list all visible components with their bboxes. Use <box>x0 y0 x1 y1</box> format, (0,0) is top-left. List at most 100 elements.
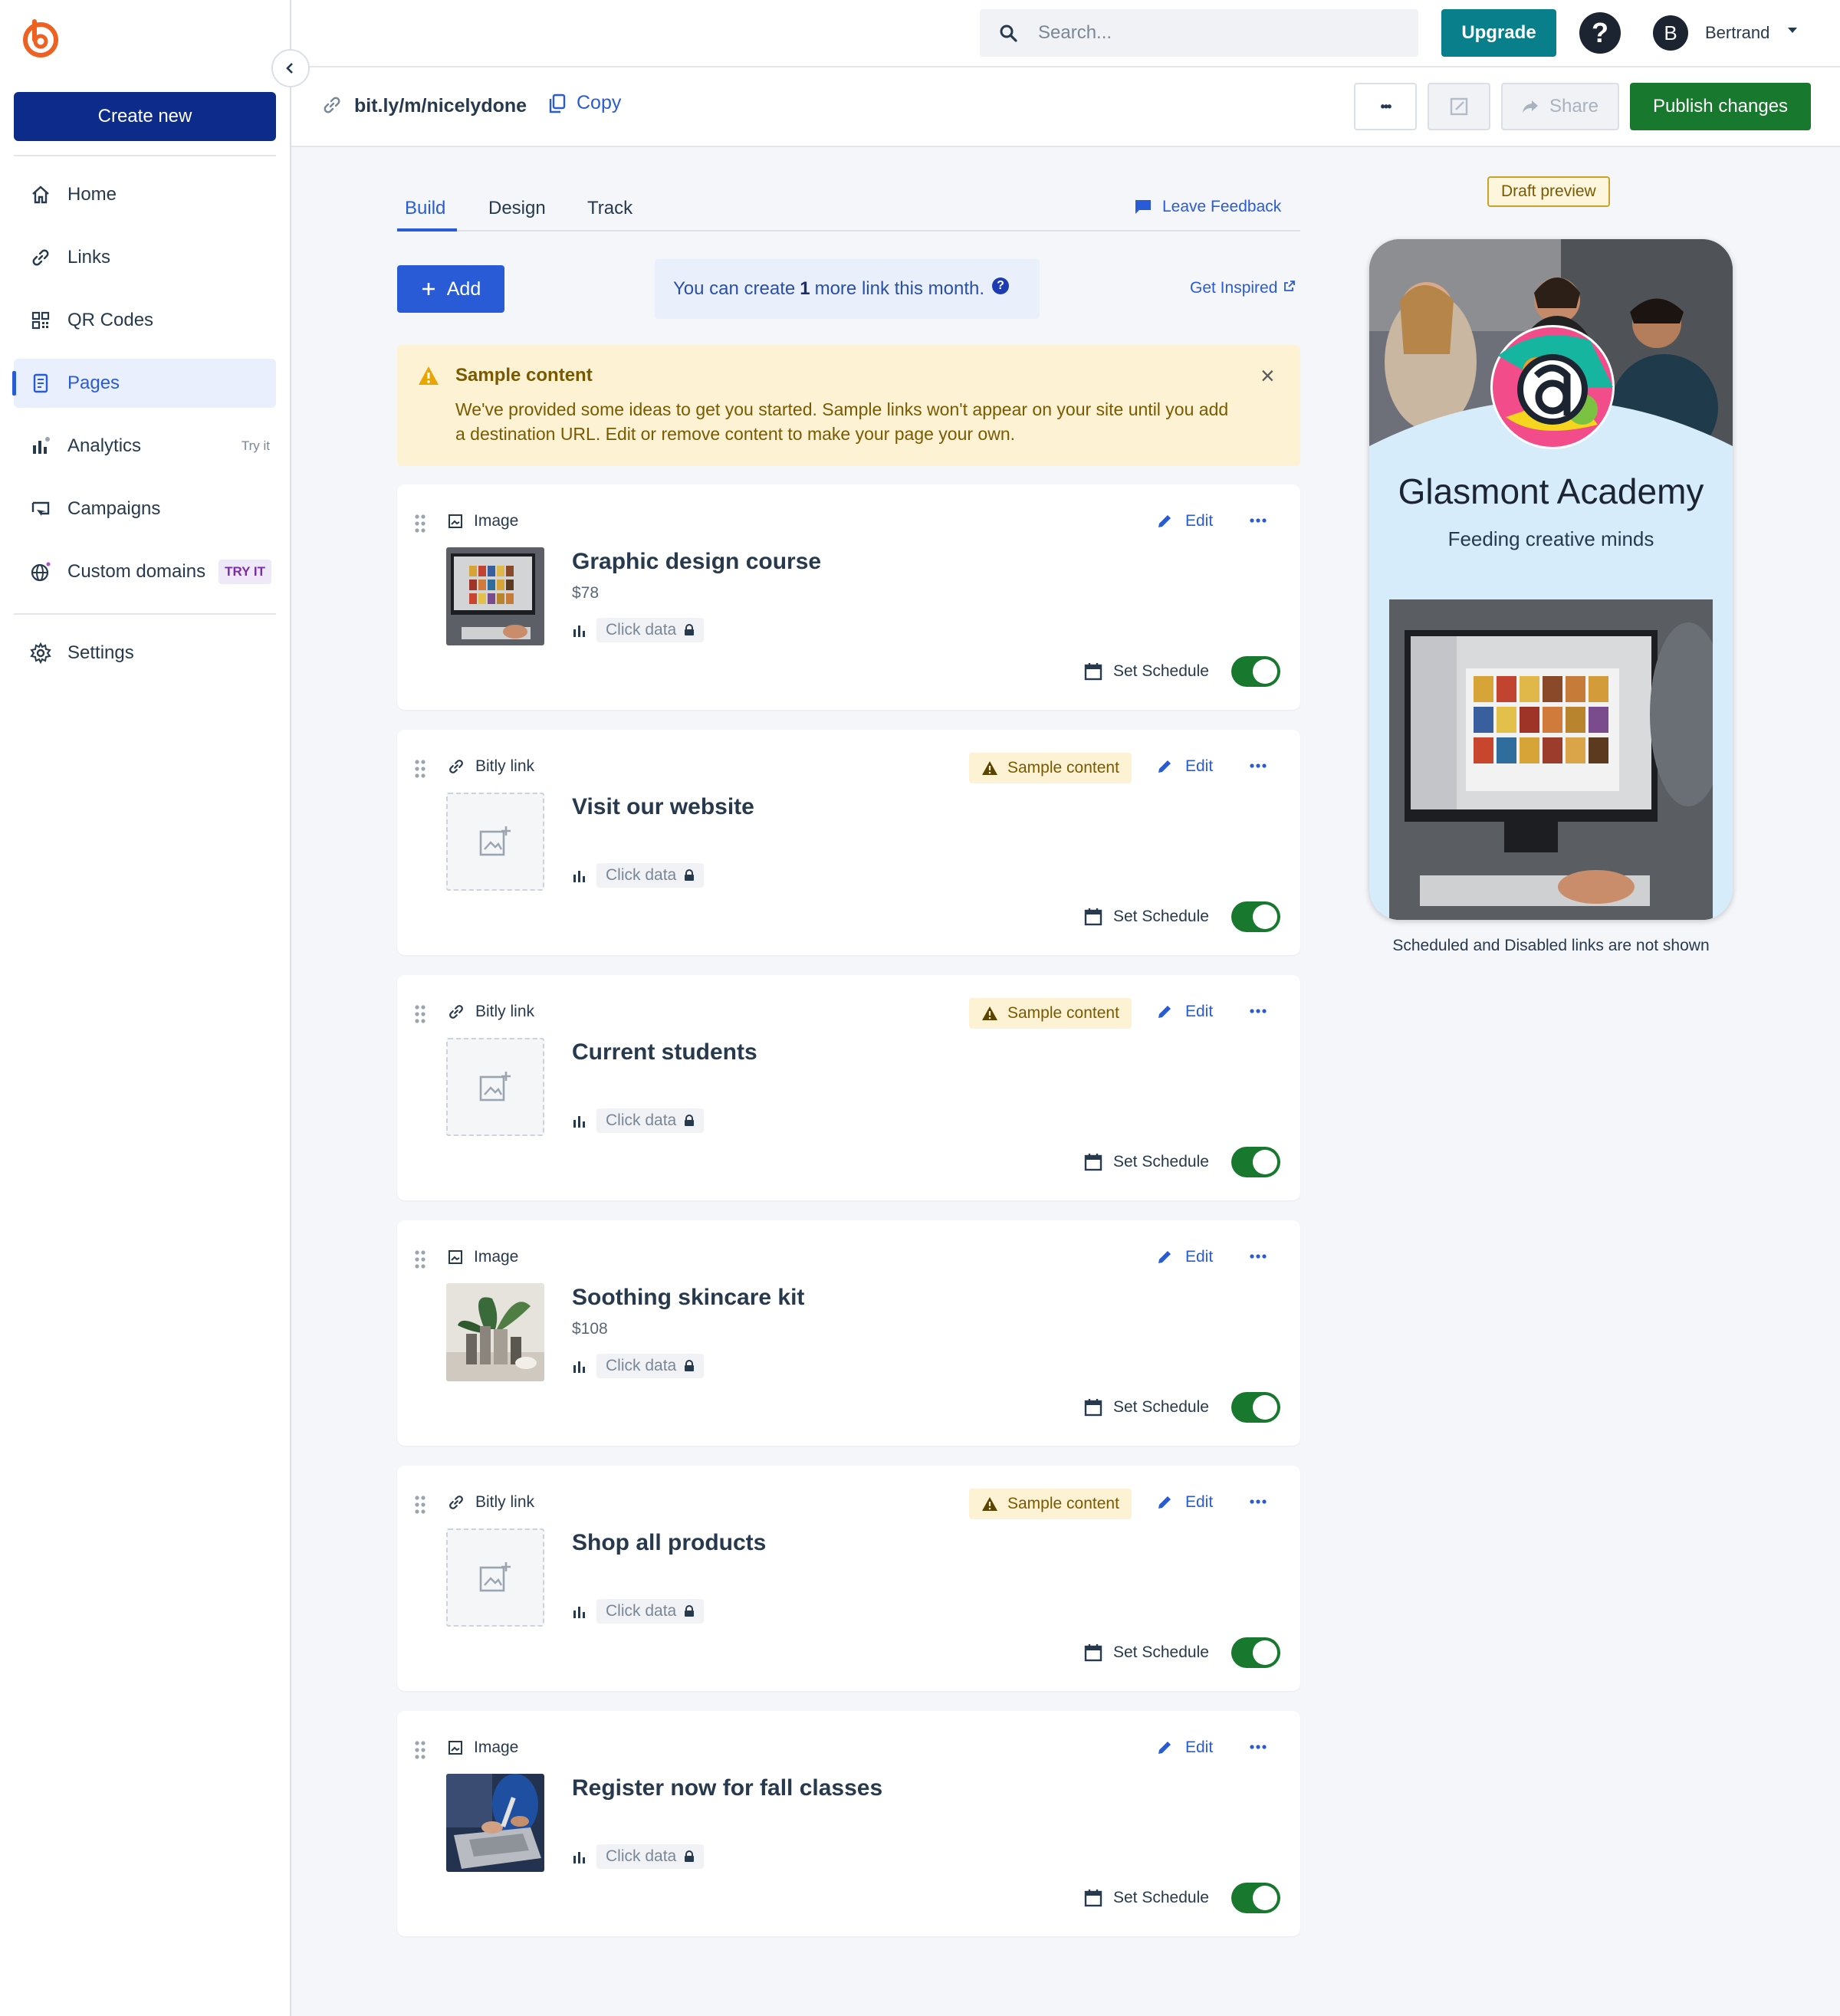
card-thumbnail[interactable] <box>446 1774 544 1872</box>
tab-track[interactable]: Track <box>587 198 632 219</box>
upgrade-button[interactable]: Upgrade <box>1441 9 1556 57</box>
card-thumbnail[interactable] <box>446 1283 544 1381</box>
drag-handle-icon[interactable] <box>414 759 426 779</box>
sidebar-item-campaigns[interactable]: Campaigns <box>14 484 276 534</box>
avatar[interactable]: B <box>1653 15 1688 51</box>
copy-label: Copy <box>577 92 622 113</box>
sidebar-item-settings[interactable]: Settings <box>14 629 276 678</box>
enable-toggle[interactable] <box>1231 1637 1280 1668</box>
tab-build[interactable]: Build <box>405 198 445 219</box>
share-button[interactable]: Share <box>1501 83 1619 130</box>
sidebar-item-home[interactable]: Home <box>14 170 276 219</box>
click-data[interactable]: Click data <box>572 1108 705 1133</box>
edit-label: Edit <box>1185 512 1214 530</box>
sidebar-item-pages[interactable]: Pages <box>12 359 276 408</box>
help-icon[interactable]: ? <box>992 277 1010 294</box>
close-icon[interactable]: × <box>1260 363 1275 388</box>
top-bar: Search... Upgrade ? B Bertrand <box>291 0 1840 67</box>
link-card: Bitly link Visit our website Click data Sam… <box>397 730 1300 955</box>
click-data[interactable]: Click data <box>572 1599 705 1624</box>
sidebar-item-label: QR Codes <box>67 310 154 330</box>
help-icon[interactable]: ? <box>1579 12 1621 54</box>
set-schedule-button[interactable]: Set Schedule <box>1084 908 1209 926</box>
edit-button[interactable]: Edit <box>1156 1493 1213 1512</box>
pencil-icon <box>1156 1003 1185 1020</box>
warning-icon <box>981 1496 1007 1512</box>
edit-button[interactable]: Edit <box>1156 1003 1213 1021</box>
edit-button[interactable]: Edit <box>1156 512 1213 530</box>
drag-handle-icon[interactable] <box>414 1004 426 1024</box>
click-data[interactable]: Click data <box>572 618 705 642</box>
set-schedule-button[interactable]: Set Schedule <box>1084 1153 1209 1171</box>
leave-feedback-link[interactable]: Leave Feedback <box>1135 198 1281 216</box>
more-options-icon[interactable] <box>1248 1737 1268 1757</box>
add-image-placeholder[interactable] <box>446 1038 544 1136</box>
preview-first-link-image[interactable] <box>1389 599 1713 920</box>
set-schedule-button[interactable]: Set Schedule <box>1084 662 1209 681</box>
search-input[interactable]: Search... <box>980 9 1418 57</box>
get-inspired-link[interactable]: Get Inspired <box>1190 279 1296 297</box>
edit-button[interactable]: Edit <box>1156 1739 1213 1757</box>
click-data-label: Click data <box>606 866 677 884</box>
click-data-label: Click data <box>606 621 677 639</box>
open-page-button[interactable] <box>1428 83 1490 130</box>
click-data-label: Click data <box>606 1602 677 1620</box>
click-data[interactable]: Click data <box>572 863 705 888</box>
set-schedule-button[interactable]: Set Schedule <box>1084 1889 1209 1907</box>
drag-handle-icon[interactable] <box>414 1740 426 1760</box>
calendar-icon <box>1084 1398 1113 1417</box>
more-options-icon[interactable] <box>1248 1492 1268 1512</box>
enable-toggle[interactable] <box>1231 656 1280 687</box>
org-tagline: Feeding creative minds <box>1447 527 1654 550</box>
more-options-icon[interactable] <box>1248 756 1268 776</box>
click-data[interactable]: Click data <box>572 1844 705 1869</box>
enable-toggle[interactable] <box>1231 1883 1280 1913</box>
calendar-icon <box>1084 1153 1113 1171</box>
set-schedule-label: Set Schedule <box>1113 908 1209 925</box>
drag-handle-icon[interactable] <box>414 1249 426 1269</box>
sidebar-item-analytics[interactable]: Analytics Try it <box>14 422 276 471</box>
enable-toggle[interactable] <box>1231 901 1280 932</box>
more-options-button[interactable]: ••• <box>1354 83 1417 130</box>
enable-toggle[interactable] <box>1231 1147 1280 1177</box>
set-schedule-button[interactable]: Set Schedule <box>1084 1643 1209 1662</box>
drag-handle-icon[interactable] <box>414 514 426 534</box>
more-options-icon[interactable] <box>1248 1246 1268 1266</box>
limit-suffix: more link this month. <box>814 278 985 299</box>
edit-button[interactable]: Edit <box>1156 757 1213 776</box>
copy-button[interactable]: Copy <box>549 92 621 114</box>
collapse-sidebar-button[interactable] <box>271 49 310 87</box>
add-image-placeholder[interactable] <box>446 1528 544 1627</box>
bitly-logo[interactable] <box>19 17 62 60</box>
add-button[interactable]: Add <box>397 265 504 313</box>
campaign-icon <box>29 497 52 520</box>
short-link[interactable]: bit.ly/m/nicelydone <box>354 95 527 117</box>
caret-down-icon[interactable] <box>1788 28 1797 33</box>
sidebar-divider <box>14 155 276 156</box>
publish-changes-button[interactable]: Publish changes <box>1630 83 1811 130</box>
edit-button[interactable]: Edit <box>1156 1248 1213 1266</box>
get-inspired-label: Get Inspired <box>1190 279 1278 297</box>
sidebar-item-custom-domains[interactable]: Custom domains TRY IT <box>14 547 276 596</box>
sidebar-item-qr-codes[interactable]: QR Codes <box>14 296 276 345</box>
more-options-icon[interactable] <box>1248 1001 1268 1021</box>
sample-badge-label: Sample content <box>1007 759 1119 777</box>
click-data-pill: Click data <box>596 1599 705 1624</box>
org-logo <box>1490 325 1615 449</box>
tab-design[interactable]: Design <box>488 198 546 219</box>
card-thumbnail[interactable] <box>446 547 544 645</box>
more-options-icon[interactable] <box>1248 511 1268 530</box>
calendar-icon <box>1084 662 1113 681</box>
calendar-icon <box>1084 1889 1113 1907</box>
set-schedule-button[interactable]: Set Schedule <box>1084 1398 1209 1417</box>
add-image-placeholder[interactable] <box>446 793 544 891</box>
set-schedule-label: Set Schedule <box>1113 662 1209 680</box>
drag-handle-icon[interactable] <box>414 1495 426 1515</box>
sidebar-item-links[interactable]: Links <box>14 233 276 282</box>
plus-icon <box>422 283 435 295</box>
create-new-button[interactable]: Create new <box>14 92 276 141</box>
username[interactable]: Bertrand <box>1705 23 1769 43</box>
add-image-icon <box>478 1070 512 1104</box>
enable-toggle[interactable] <box>1231 1392 1280 1423</box>
click-data[interactable]: Click data <box>572 1354 705 1378</box>
